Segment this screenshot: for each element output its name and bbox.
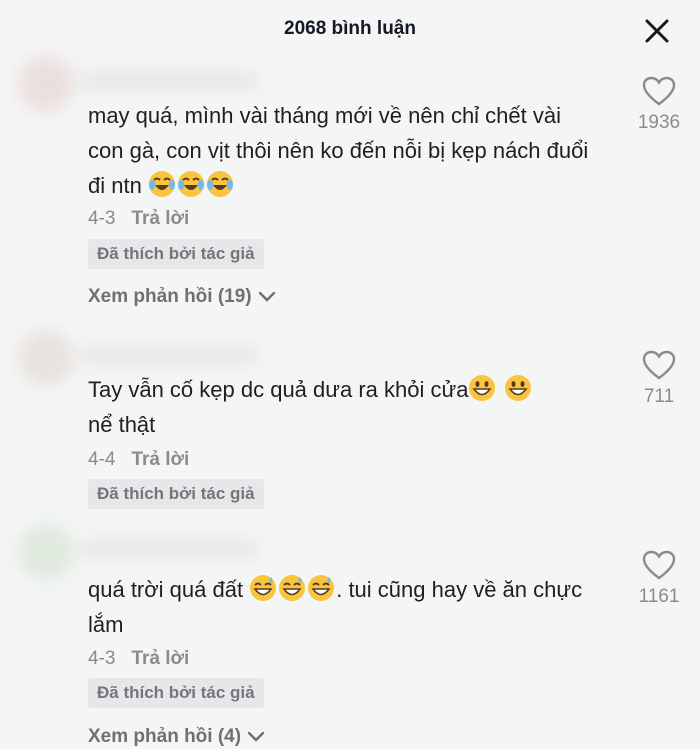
chevron-down-icon — [258, 291, 275, 302]
close-icon[interactable] — [644, 18, 670, 44]
grinning-sweat-icon — [279, 575, 306, 601]
avatar[interactable] — [8, 520, 268, 580]
grinning-face-icon — [504, 375, 531, 401]
like-count: 1936 — [637, 112, 681, 133]
like-control: 711 — [619, 350, 699, 408]
comment-meta: 4-3 Trả lời — [88, 648, 189, 670]
face-with-tears-of-joy-icon — [148, 171, 175, 197]
heart-icon[interactable] — [642, 76, 676, 106]
heart-icon[interactable] — [642, 350, 676, 380]
heart-icon[interactable] — [642, 550, 676, 580]
comment-text: Tay vẫn cố kẹp dc quả dưa ra khỏi cửa nể… — [88, 372, 598, 442]
liked-by-creator-badge: Đã thích bởi tác giả — [88, 678, 264, 708]
comment-text: may quá, mình vài tháng mới về nên chỉ c… — [88, 103, 589, 198]
like-control: 1936 — [619, 76, 699, 134]
like-count: 1161 — [638, 586, 680, 607]
grinning-sweat-icon — [308, 575, 335, 601]
reply-button[interactable]: Trả lời — [131, 449, 189, 470]
chevron-down-icon — [247, 731, 265, 742]
face-with-tears-of-joy-icon — [206, 171, 233, 197]
liked-by-creator-badge: Đã thích bởi tác giả — [88, 479, 264, 509]
reply-button[interactable]: Trả lời — [131, 208, 189, 229]
reply-button[interactable]: Trả lời — [131, 648, 189, 669]
comment-date: 4-3 — [88, 208, 116, 229]
comment-date: 4-3 — [88, 648, 116, 669]
comment-count-title: 2068 bình luận — [284, 18, 416, 39]
grinning-sweat-icon — [250, 575, 277, 601]
comment-date: 4-4 — [88, 449, 116, 470]
grinning-face-icon — [469, 375, 496, 401]
comment-text: quá trời quá đất . tui cũng hay về ăn ch… — [88, 572, 598, 642]
face-with-tears-of-joy-icon — [177, 171, 204, 197]
like-control: 1161 — [619, 550, 699, 608]
view-replies-button[interactable]: Xem phản hồi (19) — [88, 286, 276, 308]
comment-meta: 4-4 Trả lời — [88, 449, 189, 471]
comment-meta: 4-3 Trả lời — [88, 208, 189, 230]
liked-by-creator-badge: Đã thích bởi tác giả — [88, 239, 264, 269]
view-replies-button[interactable]: Xem phản hồi (4) — [88, 726, 265, 748]
like-count: 711 — [643, 386, 675, 407]
